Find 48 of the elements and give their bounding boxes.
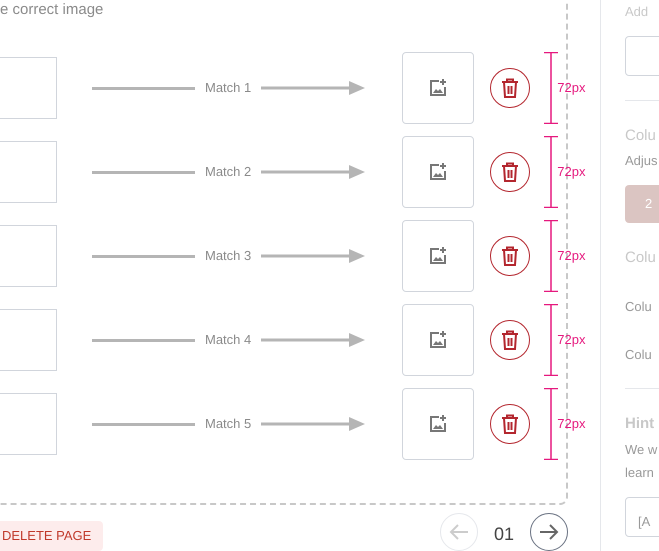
image-add-icon: [428, 414, 448, 434]
add-image-button[interactable]: [402, 220, 474, 292]
delete-button[interactable]: [490, 152, 530, 192]
trash-icon: [501, 330, 520, 350]
column-label: Colu: [625, 346, 653, 364]
input-field[interactable]: [A: [625, 496, 659, 536]
height-measure: [543, 220, 560, 292]
trash-icon: [501, 78, 520, 98]
match-label: Match 2: [205, 163, 252, 182]
match-label: Match 4: [205, 331, 252, 350]
height-measure: [543, 388, 560, 460]
height-measure: [543, 52, 560, 124]
trash-icon: [501, 414, 520, 434]
height-label: 72px: [557, 163, 586, 182]
add-image-button[interactable]: [402, 304, 474, 376]
delete-button[interactable]: [490, 320, 530, 360]
height-label: 72px: [557, 415, 586, 434]
delete-button[interactable]: [490, 68, 530, 108]
trash-icon: [501, 246, 520, 266]
add-image-button[interactable]: [402, 388, 474, 460]
height-label: 72px: [557, 247, 586, 266]
delete-button[interactable]: [490, 236, 530, 276]
left-arrow-icon: [448, 524, 469, 540]
image-add-icon: [428, 330, 448, 350]
match-label: Match 5: [205, 415, 252, 434]
question-text: e correct image: [0, 0, 104, 20]
image-add-icon: [428, 246, 448, 266]
hint-text: Adjus: [625, 152, 659, 170]
column-label: Colu: [625, 298, 653, 316]
height-label: 72px: [557, 79, 586, 98]
trash-icon: [501, 162, 520, 182]
add-image-button[interactable]: [402, 136, 474, 208]
hint-text: learn: [625, 464, 655, 482]
hint-text: We w: [625, 440, 658, 458]
page-number: 01: [494, 523, 514, 546]
next-page-button[interactable]: [530, 513, 568, 551]
match-label: Match 3: [205, 247, 252, 266]
delete-page-button[interactable]: DELETE PAGE: [0, 521, 104, 551]
delete-button[interactable]: [490, 404, 530, 444]
height-label: 72px: [557, 331, 586, 350]
right-arrow-icon: [539, 524, 559, 540]
columns-button[interactable]: 2: [625, 184, 659, 222]
image-add-icon: [428, 78, 448, 98]
height-measure: [543, 304, 560, 376]
height-measure: [543, 136, 560, 208]
image-add-icon: [428, 162, 448, 182]
match-label: Match 1: [205, 79, 252, 98]
add-image-button[interactable]: [402, 52, 474, 124]
